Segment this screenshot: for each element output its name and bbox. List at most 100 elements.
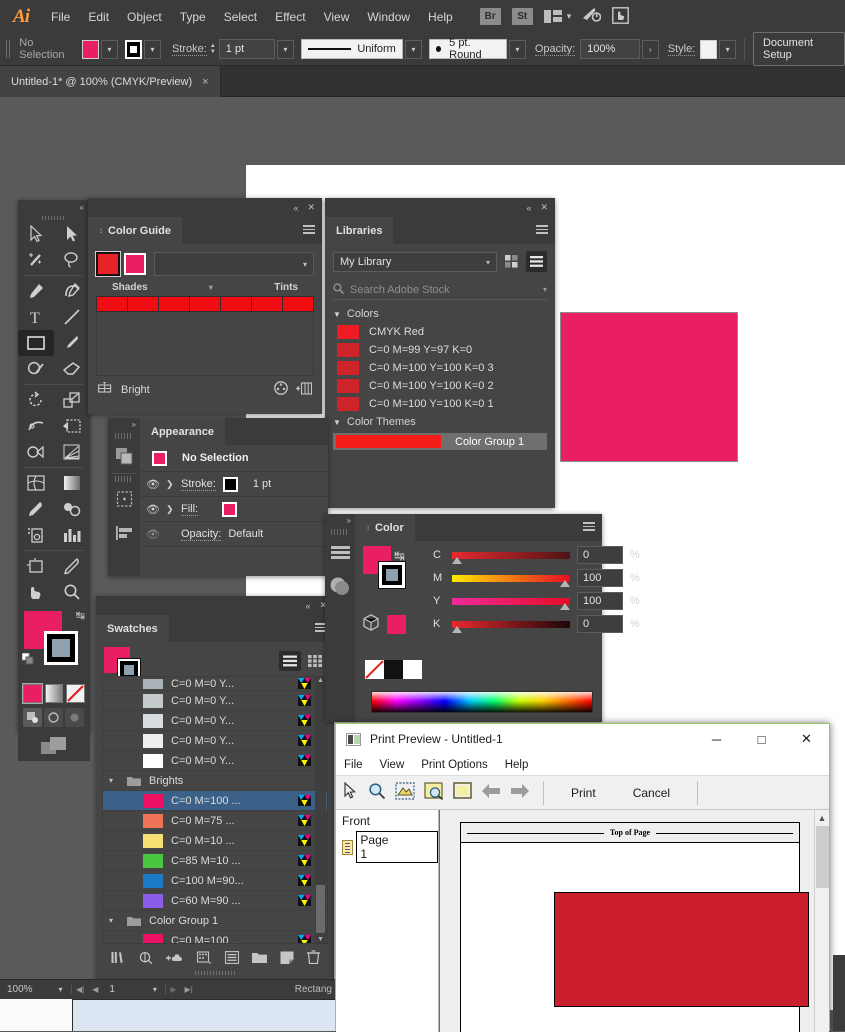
- hand-touch-icon[interactable]: [612, 6, 630, 27]
- current-page[interactable]: 1: [102, 984, 144, 995]
- menu-edit[interactable]: Edit: [79, 6, 118, 28]
- zoom-dropdown-icon[interactable]: ▾: [50, 985, 72, 994]
- perspective-grid-tool[interactable]: [54, 439, 90, 465]
- grid-view-button[interactable]: [501, 251, 522, 272]
- default-fill-stroke-icon[interactable]: [21, 652, 34, 665]
- document-tab[interactable]: Untitled-1* @ 100% (CMYK/Preview) ×: [0, 66, 221, 97]
- width-tool[interactable]: [18, 413, 54, 439]
- previous-page-icon[interactable]: [481, 783, 501, 802]
- list-item[interactable]: C=85 M=10 ...: [103, 851, 327, 871]
- swatch-options-icon[interactable]: [196, 950, 212, 967]
- eraser-tool[interactable]: [54, 356, 90, 382]
- show-swatch-kinds-icon[interactable]: [139, 951, 153, 967]
- zoom-tool-icon[interactable]: [368, 782, 386, 803]
- library-selector[interactable]: My Library ▾: [333, 252, 497, 272]
- menu-select[interactable]: Select: [215, 6, 266, 28]
- list-view-button[interactable]: [526, 250, 547, 272]
- curvature-tool[interactable]: [54, 278, 90, 304]
- list-item[interactable]: C=0 M=10 ...: [103, 831, 327, 851]
- style-dropdown[interactable]: ▾: [719, 39, 737, 59]
- list-item[interactable]: C=0 M=0 Y...: [103, 691, 327, 711]
- channel-value-m[interactable]: 100: [577, 569, 623, 587]
- free-transform-tool[interactable]: [54, 413, 90, 439]
- slider-track-y[interactable]: [452, 597, 570, 610]
- pp-menu-file[interactable]: File: [344, 759, 363, 771]
- control-bar-grip[interactable]: [6, 40, 12, 58]
- stroke-label[interactable]: Stroke:: [181, 478, 216, 491]
- slider-track-k[interactable]: [452, 620, 570, 633]
- menu-file[interactable]: File: [42, 6, 79, 28]
- stroke-weight-stepper[interactable]: ▲ ▼: [210, 43, 216, 55]
- stroke-profile-field[interactable]: Uniform: [300, 39, 403, 59]
- fill-label[interactable]: Fill:: [181, 503, 199, 516]
- swatches-list[interactable]: C=0 M=0 Y... C=0 M=0 Y... C=0 M=0 Y... C…: [102, 676, 328, 944]
- black-swatch[interactable]: [384, 660, 403, 679]
- save-to-swatches-icon[interactable]: [296, 381, 313, 398]
- stroke-swatch-control[interactable]: [124, 39, 143, 59]
- visibility-eye-icon[interactable]: 👁: [146, 478, 160, 491]
- slider-knob-k[interactable]: [452, 625, 462, 633]
- stroke-weight-dropdown[interactable]: ▾: [276, 39, 294, 59]
- collapse-icon[interactable]: «: [305, 601, 310, 611]
- tab-color-guide[interactable]: ↕ Color Guide: [88, 217, 182, 244]
- visibility-eye-icon[interactable]: 👁: [146, 503, 160, 516]
- list-item[interactable]: C=0 M=0 Y...: [103, 751, 327, 771]
- slider-track-c[interactable]: [452, 551, 570, 564]
- color-mode-button[interactable]: [22, 683, 43, 704]
- slider-track-m[interactable]: [452, 574, 570, 587]
- type-tool[interactable]: T: [18, 304, 54, 330]
- rectangle-tool[interactable]: [18, 330, 54, 356]
- transform-dock-icon[interactable]: [115, 482, 134, 516]
- line-segment-tool[interactable]: [54, 304, 90, 330]
- rotate-tool[interactable]: [18, 387, 54, 413]
- list-view-button[interactable]: [279, 650, 301, 671]
- fit-width-icon[interactable]: [453, 782, 472, 803]
- zoom-tool[interactable]: [54, 579, 90, 605]
- library-color-item[interactable]: C=0 M=99 Y=97 K=0: [325, 341, 555, 359]
- channel-value-k[interactable]: 0: [577, 615, 623, 633]
- color-list-dock-icon[interactable]: [325, 535, 355, 569]
- cancel-button[interactable]: Cancel: [619, 786, 684, 800]
- list-item[interactable]: C=0 M=100 ...: [103, 791, 327, 811]
- swap-fill-stroke-icon[interactable]: ↹: [76, 609, 85, 622]
- rocket-icon[interactable]: [582, 7, 602, 26]
- opacity-flyout[interactable]: ›: [641, 39, 659, 59]
- expand-icon[interactable]: »: [108, 418, 140, 431]
- style-swatch[interactable]: [700, 39, 718, 59]
- tree-page-label[interactable]: Page 1: [356, 831, 438, 863]
- paintbrush-tool[interactable]: [54, 330, 90, 356]
- active-tool-label[interactable]: Rectang: [295, 984, 335, 995]
- group-colors[interactable]: ▼ Colors: [325, 305, 555, 323]
- new-color-group-icon[interactable]: [251, 951, 267, 966]
- list-item-group[interactable]: ▾ Brights: [103, 771, 327, 791]
- appearance-target-row[interactable]: No Selection: [140, 445, 328, 472]
- library-color-item[interactable]: C=0 M=100 Y=100 K=0 3: [325, 359, 555, 377]
- toolbox-stroke-swatch[interactable]: [44, 631, 78, 665]
- adobe-stock-search[interactable]: Search Adobe Stock ▾: [333, 280, 547, 300]
- edit-colors-icon[interactable]: [274, 381, 288, 398]
- add-to-library-icon[interactable]: [165, 951, 184, 967]
- transparency-dock-icon[interactable]: [325, 569, 355, 603]
- panel-menu-icon[interactable]: [303, 225, 315, 236]
- list-item[interactable]: C=0 M=75 ...: [103, 811, 327, 831]
- visibility-eye-icon[interactable]: 👁: [146, 528, 160, 541]
- draw-behind-button[interactable]: [44, 708, 63, 727]
- shape-builder-tool[interactable]: [18, 439, 54, 465]
- hand-tool[interactable]: [18, 579, 54, 605]
- eyedropper-tool[interactable]: [18, 496, 54, 522]
- artboard-tool[interactable]: [18, 553, 54, 579]
- harmony-rules-dropdown[interactable]: ▾: [154, 252, 314, 276]
- tab-appearance[interactable]: Appearance: [140, 418, 225, 445]
- menu-type[interactable]: Type: [171, 6, 215, 28]
- stroke-color-swatch[interactable]: [222, 476, 238, 492]
- minimize-button[interactable]: ─: [694, 724, 739, 754]
- gradient-tool[interactable]: [54, 470, 90, 496]
- current-color-swatch[interactable]: [124, 253, 146, 275]
- magic-wand-tool[interactable]: [18, 247, 54, 273]
- tab-libraries[interactable]: Libraries: [325, 217, 394, 244]
- delete-swatch-icon[interactable]: [306, 950, 320, 967]
- menu-effect[interactable]: Effect: [266, 6, 314, 28]
- menu-help[interactable]: Help: [419, 6, 462, 28]
- list-item[interactable]: C=0 M=0 Y...: [103, 731, 327, 751]
- pp-menu-help[interactable]: Help: [505, 759, 529, 771]
